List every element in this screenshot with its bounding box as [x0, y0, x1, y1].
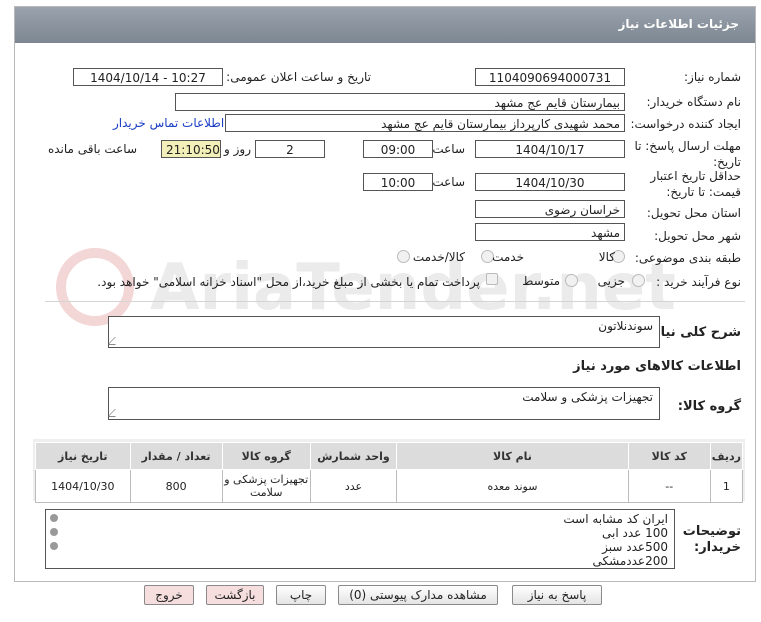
reply-button[interactable]: پاسخ به نیاز [512, 585, 602, 605]
cell-item-name: سوند معده [396, 469, 629, 503]
deadline-time-label: ساعت [432, 142, 465, 156]
table-header-row: ردیف کد کالا نام کالا واحد شمارش گروه کا… [35, 442, 744, 470]
buyer-notes-textarea[interactable]: ایران کد مشابه است 100 عدد ابی 500عدد سب… [45, 509, 675, 569]
cell-goods-group: تجهیزات پزشکی و سلامت [221, 469, 311, 503]
need-details-panel: جزئیات اطلاعات نیاز AriaTender.net شماره… [14, 6, 756, 582]
category-radio-goods-service[interactable] [397, 250, 410, 263]
validity-time-field: 10:00 [363, 173, 433, 191]
resize-grip-icon[interactable] [109, 337, 123, 345]
cell-unit: عدد [309, 469, 398, 503]
buyer-org-label: نام دستگاه خریدار: [646, 95, 742, 109]
col-header-unit: واحد شمارش [309, 442, 398, 470]
deadline-date-field: 1404/10/17 [475, 140, 625, 158]
description-text: سوندنلاتون [598, 319, 653, 333]
cell-need-date: 1404/10/30 [35, 469, 131, 503]
goods-group-textarea[interactable]: تجهیزات پزشکی و سلامت [108, 387, 660, 420]
buyer-notes-text: ایران کد مشابه است 100 عدد ابی 500عدد سب… [563, 512, 668, 568]
buyer-note-line: ایران کد مشابه است [563, 512, 668, 526]
category-option-service: خدمت [492, 250, 524, 264]
process-option-medium: متوسط [522, 274, 560, 288]
process-option-minor: جزیی [597, 274, 625, 288]
col-header-need-date: تاریخ نیاز [35, 442, 131, 470]
province-label: استان محل تحویل: [646, 206, 741, 220]
city-field: مشهد [475, 223, 625, 241]
category-option-goods-service: کالا/خدمت [412, 250, 465, 264]
col-header-item-code: کد کالا [627, 442, 711, 470]
scroll-dot-icon [50, 528, 58, 536]
view-attachments-button[interactable]: مشاهده مدارک پیوستی (0) [338, 585, 498, 605]
separator [45, 301, 745, 302]
announce-label: تاریخ و ساعت اعلان عمومی: [226, 70, 371, 84]
print-button[interactable]: چاپ [276, 585, 326, 605]
panel-titlebar: جزئیات اطلاعات نیاز [15, 7, 755, 43]
treasury-payment-note: پرداخت تمام یا بخشی از مبلغ خرید،از محل … [97, 275, 480, 289]
buyer-contact-link[interactable]: اطلاعات تماس خریدار [113, 116, 224, 130]
announce-field: 1404/10/14 - 10:27 [73, 68, 223, 86]
resize-grip-icon[interactable] [109, 409, 123, 417]
col-header-quantity: تعداد / مقدار [129, 442, 223, 470]
city-label: شهر محل تحویل: [654, 229, 741, 243]
cell-quantity: 800 [129, 469, 223, 503]
remaining-label: ساعت باقی مانده [47, 142, 137, 156]
panel-title: جزئیات اطلاعات نیاز [618, 17, 739, 31]
buyer-notes-label: توضیحات خریدار: [682, 524, 741, 555]
exit-button[interactable]: خروج [144, 585, 194, 605]
buyer-note-line: 200عددمشکی [592, 554, 668, 568]
process-radio-minor[interactable] [632, 274, 645, 287]
goods-group-text: تجهیزات پزشکی و سلامت [522, 390, 653, 404]
buyer-org-field: بیمارستان قایم عج مشهد [175, 93, 625, 111]
col-header-item-name: نام کالا [396, 442, 629, 470]
buyer-note-line: 100 عدد ابی [601, 526, 668, 540]
goods-section-title: اطلاعات کالاهای مورد نیاز [573, 359, 741, 374]
cell-row-number: 1 [709, 469, 744, 503]
back-button[interactable]: بازگشت [206, 585, 264, 605]
days-field: 2 [255, 140, 325, 158]
need-number-field: 1104090694000731 [475, 68, 625, 86]
process-radio-medium[interactable] [565, 274, 578, 287]
need-number-label: شماره نیاز: [684, 70, 741, 84]
deadline-time-field: 09:00 [363, 140, 433, 158]
creator-field: محمد شهیدی کارپرداز بیمارستان قایم عج مش… [225, 114, 625, 132]
notes-scrollbar[interactable] [46, 510, 62, 568]
buyer-note-line: 500عدد سبز [602, 540, 668, 554]
remaining-time-field: 21:10:50 [161, 140, 221, 158]
category-option-goods: کالا [598, 250, 615, 264]
creator-label: ایجاد کننده درخواست: [630, 117, 741, 131]
validity-time-label: ساعت [432, 175, 465, 189]
description-label: شرح کلی نیاز: [647, 325, 741, 340]
category-label: طبقه بندی موضوعی: [634, 251, 741, 265]
scroll-dot-icon [50, 542, 58, 550]
scroll-dot-icon [50, 514, 58, 522]
days-label: روز و [224, 142, 251, 156]
col-header-row-number: ردیف [709, 442, 744, 470]
cell-item-code: -- [627, 469, 711, 503]
deadline-label: مهلت ارسال پاسخ: تا تاریخ: [634, 139, 741, 169]
validity-date-field: 1404/10/30 [475, 173, 625, 191]
process-label: نوع فرآیند خرید : [656, 275, 741, 289]
col-header-goods-group: گروه کالا [221, 442, 311, 470]
validity-label: حداقل تاریخ اعتبار قیمت: تا تاریخ: [650, 169, 741, 199]
description-textarea[interactable]: سوندنلاتون [108, 316, 660, 348]
table-row: 1 -- سوند معده عدد تجهیزات پزشکی و سلامت… [35, 469, 744, 503]
goods-group-label: گروه کالا: [677, 399, 741, 414]
province-field: خراسان رضوی [475, 200, 625, 218]
treasury-payment-checkbox[interactable] [486, 273, 498, 285]
items-table: ردیف کد کالا نام کالا واحد شمارش گروه کا… [35, 442, 744, 503]
